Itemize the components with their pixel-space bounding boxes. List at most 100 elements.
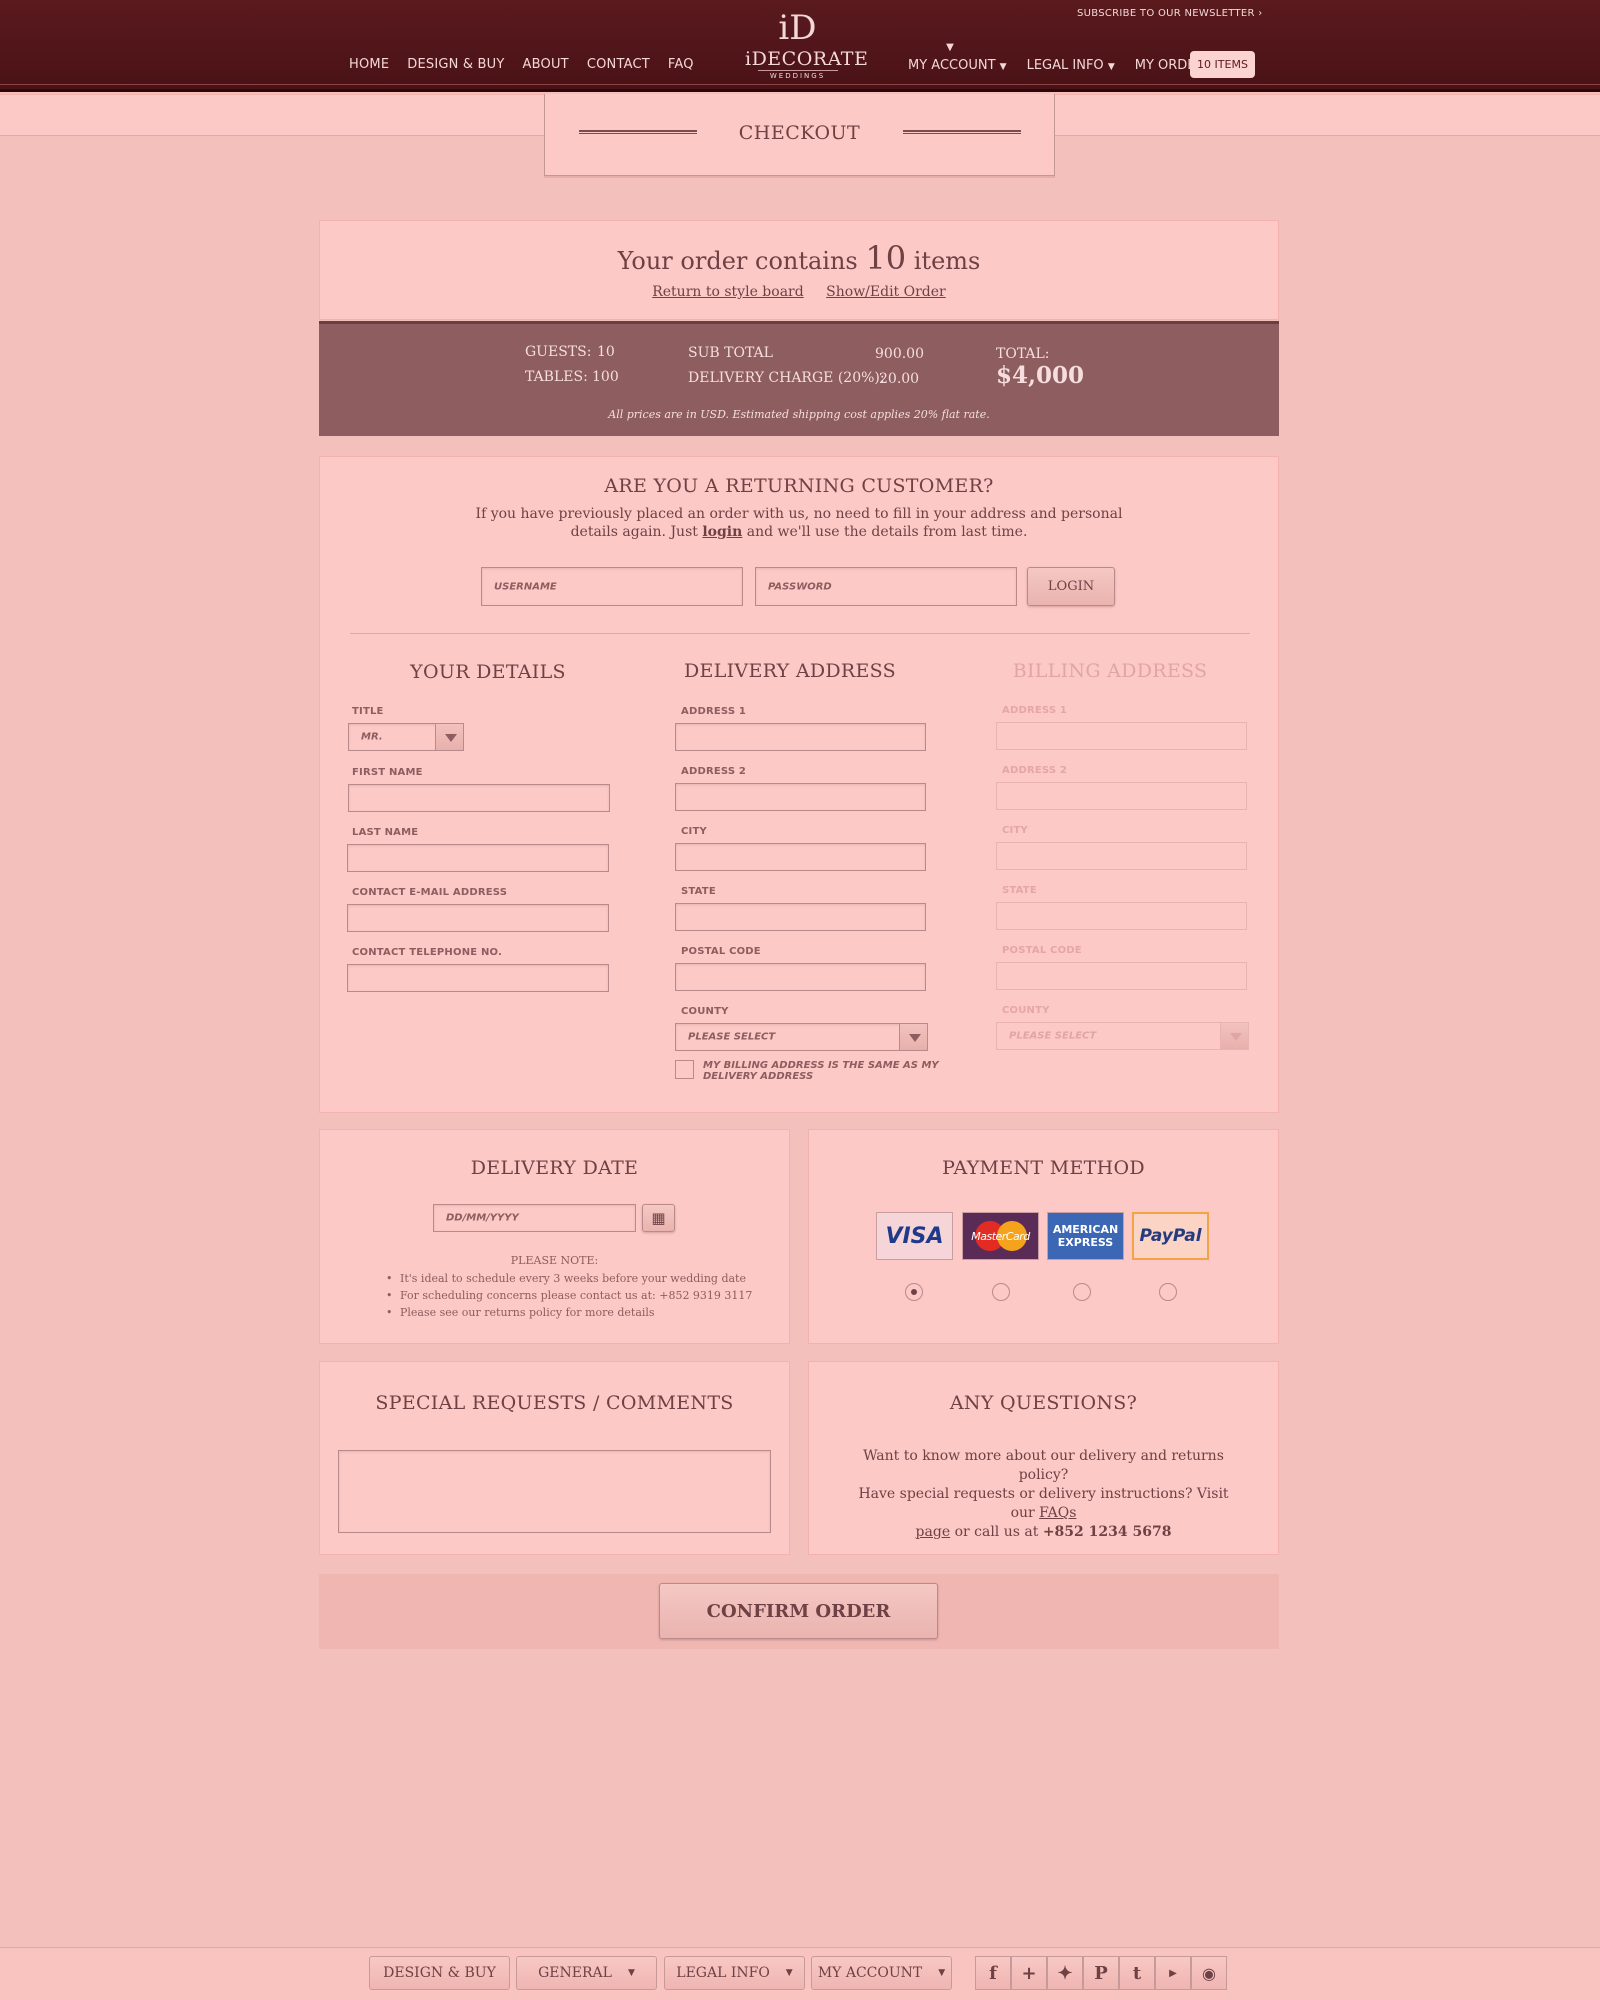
total-label: TOTAL: — [996, 346, 1050, 362]
title-select[interactable]: MR. — [348, 723, 464, 751]
questions-line2: Have special requests or delivery instru… — [849, 1485, 1238, 1523]
delivery-county-label: COUNTY — [681, 1006, 729, 1017]
footer-design-buy-button[interactable]: DESIGN & BUY — [369, 1956, 510, 1990]
delivery-state-input[interactable] — [675, 903, 926, 931]
username-placeholder: USERNAME — [494, 581, 557, 592]
visa-card-icon[interactable]: VISA — [876, 1212, 953, 1260]
billing-city-label: CITY — [1002, 825, 1028, 836]
newsletter-link[interactable]: SUBSCRIBE TO OUR NEWSLETTER › — [1077, 8, 1263, 19]
delivery-address1-label: ADDRESS 1 — [681, 706, 747, 717]
chevron-down-icon: ▼ — [999, 62, 1007, 72]
chevron-down-icon — [1220, 1023, 1248, 1049]
social-links: f + ✦ P t ▶ ◉ — [975, 1956, 1227, 1990]
mastercard-label: MasterCard — [971, 1229, 1030, 1243]
email-input[interactable] — [347, 904, 609, 932]
billing-state-input[interactable] — [996, 902, 1247, 930]
nav-contact[interactable]: CONTACT — [587, 57, 650, 72]
delivery-address2-input[interactable] — [675, 783, 926, 811]
visa-radio[interactable] — [905, 1283, 923, 1301]
order-summary: Your order contains 10 items Return to s… — [319, 220, 1279, 320]
paypal-radio[interactable] — [1159, 1283, 1177, 1301]
delivery-postal-input[interactable] — [675, 963, 926, 991]
nav-legal-info[interactable]: LEGAL INFO ▼ — [1027, 58, 1115, 73]
paypal-label: PayPal — [1139, 1226, 1202, 1246]
total-value: $4,000 — [996, 362, 1085, 389]
twitter-icon[interactable]: ✦ — [1047, 1956, 1083, 1990]
questions-line3-text: or call us at — [954, 1524, 1039, 1540]
order-count-badge[interactable]: 10 ITEMS — [1190, 51, 1255, 78]
billing-county-label: COUNTY — [1002, 1005, 1050, 1016]
subtotal-value: 900.00 — [875, 346, 924, 362]
nav-faq[interactable]: FAQ — [668, 57, 694, 72]
delivery-address1-input[interactable] — [675, 723, 926, 751]
delivery-charge-value: 20.00 — [879, 371, 920, 387]
billing-postal-label: POSTAL CODE — [1002, 945, 1082, 956]
login-button[interactable]: LOGIN — [1027, 567, 1115, 606]
instagram-icon[interactable]: ◉ — [1191, 1956, 1227, 1990]
footer-my-account-menu[interactable]: MY ACCOUNT ▼ — [811, 1956, 952, 1990]
footer-general-menu[interactable]: GENERAL ▼ — [516, 1956, 657, 1990]
delivery-charge-label: DELIVERY CHARGE (20%): — [688, 370, 885, 386]
amex-card-icon[interactable]: AMERICAN EXPRESS — [1047, 1212, 1124, 1260]
your-details-heading: YOUR DETAILS — [410, 661, 566, 683]
special-requests-textarea[interactable] — [338, 1450, 771, 1533]
tumblr-icon[interactable]: t — [1119, 1956, 1155, 1990]
tables-label: TABLES: — [525, 369, 588, 385]
last-name-input[interactable] — [347, 844, 609, 872]
billing-address2-input[interactable] — [996, 782, 1247, 810]
same-billing-checkbox[interactable] — [675, 1060, 694, 1079]
password-input[interactable]: PASSWORD — [755, 567, 1017, 606]
guests-label: GUESTS: — [525, 344, 592, 360]
nav-about[interactable]: ABOUT — [523, 57, 569, 72]
nav-home[interactable]: HOME — [349, 57, 389, 72]
delivery-city-input[interactable] — [675, 843, 926, 871]
order-count-number: 10 — [865, 239, 907, 277]
delivery-date-panel: DELIVERY DATE DD/MM/YYYY ▦ PLEASE NOTE: … — [319, 1129, 790, 1344]
nav-my-account[interactable]: MY ACCOUNT ▼ — [908, 58, 1007, 73]
confirm-order-button[interactable]: CONFIRM ORDER — [659, 1583, 938, 1639]
paypal-card-icon[interactable]: PayPal — [1132, 1212, 1209, 1260]
billing-city-input[interactable] — [996, 842, 1247, 870]
account-nav: MY ACCOUNT ▼ LEGAL INFO ▼ MY ORDER — [908, 58, 1225, 73]
checkout-tab: CHECKOUT — [544, 94, 1055, 176]
nav-design-buy[interactable]: DESIGN & BUY — [407, 57, 504, 72]
billing-address1-label: ADDRESS 1 — [1002, 705, 1068, 716]
billing-postal-input[interactable] — [996, 962, 1247, 990]
site-logo[interactable]: iD iDECORATE WEDDINGS — [745, 6, 868, 86]
first-name-label: FIRST NAME — [352, 767, 423, 778]
facebook-icon[interactable]: f — [975, 1956, 1011, 1990]
delivery-address-heading: DELIVERY ADDRESS — [684, 660, 896, 682]
please-note-heading: PLEASE NOTE: — [510, 1254, 599, 1267]
return-to-style-board-link[interactable]: Return to style board — [652, 284, 803, 300]
phone-input[interactable] — [347, 964, 609, 992]
login-link[interactable]: login — [702, 524, 742, 540]
first-name-input[interactable] — [348, 784, 610, 812]
any-questions-panel: ANY QUESTIONS? Want to know more about o… — [808, 1361, 1279, 1555]
faqs-link[interactable]: FAQs — [1039, 1505, 1076, 1521]
returning-text-line2: details again. Just login and we'll use … — [320, 523, 1278, 541]
pinterest-icon[interactable]: P — [1083, 1956, 1119, 1990]
username-input[interactable]: USERNAME — [481, 567, 743, 606]
mastercard-radio[interactable] — [992, 1283, 1010, 1301]
amex-radio[interactable] — [1073, 1283, 1091, 1301]
faqs-page-link[interactable]: page — [916, 1524, 951, 1540]
youtube-icon[interactable]: ▶ — [1155, 1956, 1191, 1990]
billing-address1-input[interactable] — [996, 722, 1247, 750]
plus-icon[interactable]: + — [1011, 1956, 1047, 1990]
mastercard-card-icon[interactable]: MasterCard — [962, 1212, 1039, 1260]
billing-county-select[interactable]: PLEASE SELECT — [996, 1022, 1249, 1050]
chevron-down-icon: ▼ — [785, 1968, 793, 1978]
show-edit-order-link[interactable]: Show/Edit Order — [826, 284, 946, 300]
footer-legal-info-menu[interactable]: LEGAL INFO ▼ — [664, 1956, 805, 1990]
calendar-icon[interactable]: ▦ — [642, 1204, 675, 1232]
delivery-county-select[interactable]: PLEASE SELECT — [675, 1023, 928, 1051]
delivery-notes: It's ideal to schedule every 3 weeks bef… — [386, 1270, 752, 1321]
customer-details-panel: ARE YOU A RETURNING CUSTOMER? If you hav… — [319, 456, 1279, 1113]
delivery-date-input[interactable]: DD/MM/YYYY — [433, 1204, 636, 1232]
order-links: Return to style board Show/Edit Order — [320, 284, 1278, 300]
footer-general-label: GENERAL — [538, 1965, 612, 1981]
delivery-note: It's ideal to schedule every 3 weeks bef… — [386, 1270, 752, 1287]
nav-my-account-label: MY ACCOUNT — [908, 58, 996, 73]
delivery-state-label: STATE — [681, 886, 716, 897]
delivery-date-placeholder: DD/MM/YYYY — [446, 1212, 519, 1224]
